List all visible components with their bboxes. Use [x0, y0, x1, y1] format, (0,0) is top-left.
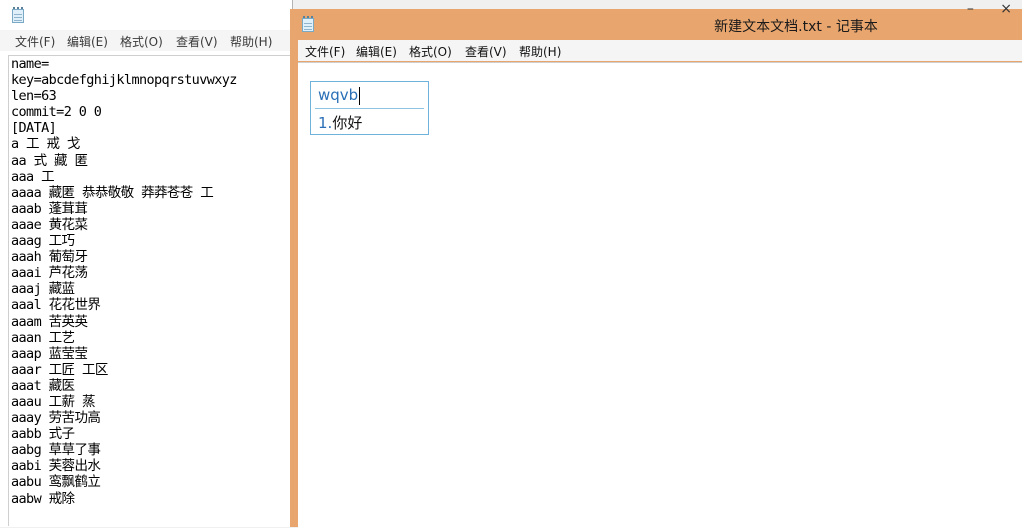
document-line: aabb 式子 [11, 426, 75, 443]
document-line: aaat 藏医 [11, 377, 75, 394]
document-line: aabg 草草了事 [11, 442, 101, 459]
window-title: 新建文本文档.txt - 记事本 [714, 19, 878, 35]
menu-format[interactable]: 格式(O) [409, 43, 452, 60]
document-line: aaam 苦英英 [11, 313, 88, 330]
document-line: [DATA] [11, 120, 57, 137]
document-line: name= [11, 56, 49, 72]
ime-separator [315, 108, 424, 109]
document-line: aa 式 藏 匿 [11, 152, 88, 169]
document-line: aaai 芦花荡 [11, 265, 88, 282]
ime-candidate-1[interactable]: 1.你好 [318, 112, 362, 133]
menu-help[interactable]: 帮助(H) [519, 43, 561, 60]
document-line: aaab 蓬茸茸 [11, 200, 88, 217]
menu-format[interactable]: 格式(O) [120, 33, 163, 50]
window-controls: – × [945, 1, 1012, 17]
background-menu-bar: 文件(F) 编辑(E) 格式(O) 查看(V) 帮助(H) [0, 30, 292, 51]
document-line: aaan 工艺 [11, 329, 75, 346]
foreground-title-bar[interactable]: 新建文本文档.txt - 记事本 – × [290, 1, 1022, 39]
document-line: aaar 工匠 工区 [11, 361, 108, 378]
foreground-menu-bar: 文件(F) 编辑(E) 格式(O) 查看(V) 帮助(H) [298, 40, 1022, 61]
ime-composition-string: wqvb [318, 86, 359, 104]
candidate-text: 你好 [332, 114, 363, 132]
foreground-text-area[interactable]: wqvb 1.你好 [298, 62, 1022, 528]
menu-edit[interactable]: 编辑(E) [356, 43, 397, 60]
document-line: key=abcdefghijklmnopqrstuvwxyz [11, 72, 237, 89]
document-line: aaay 劳苦功高 [11, 410, 101, 427]
document-line: aaau 工薪 蒸 [11, 393, 95, 410]
document-line: aaaa 藏匿 恭恭敬敬 莽莽苍苍 工 [11, 184, 214, 201]
text-caret [359, 87, 360, 105]
background-title-bar[interactable] [0, 0, 292, 30]
document-line: aaal 花花世界 [11, 297, 101, 314]
menu-file[interactable]: 文件(F) [15, 33, 55, 50]
notepad-icon [11, 7, 25, 23]
document-line: commit=2 0 0 [11, 104, 102, 121]
document-line: aaae 黄花菜 [11, 216, 88, 233]
document-line: aabi 芙蓉出水 [11, 458, 101, 475]
document-line: aabw 戒除 [11, 490, 75, 507]
background-notepad-window[interactable]: 文件(F) 编辑(E) 格式(O) 查看(V) 帮助(H) name= key=a… [0, 0, 293, 527]
menu-view[interactable]: 查看(V) [465, 43, 507, 60]
document-line: len=63 [11, 88, 57, 105]
ime-candidate-window: wqvb 1.你好 [310, 81, 429, 135]
menu-edit[interactable]: 编辑(E) [67, 33, 108, 50]
document-line: aaap 蓝莹莹 [11, 345, 88, 362]
document-line: aaaj 藏蓝 [11, 281, 75, 298]
document-line: aaah 葡萄牙 [11, 249, 88, 266]
document-line: a 工 戒 戈 [11, 136, 80, 153]
menu-view[interactable]: 查看(V) [176, 33, 218, 50]
document-lines: name= key=abcdefghijklmnopqrstuvwxyz len=6… [11, 56, 237, 507]
background-text-area[interactable]: name= key=abcdefghijklmnopqrstuvwxyz len=6… [8, 55, 291, 526]
close-button[interactable]: × [1000, 1, 1012, 17]
document-line: aaa 工 [11, 168, 55, 185]
minimize-button[interactable]: – [967, 1, 974, 17]
foreground-notepad-window[interactable]: 新建文本文档.txt - 记事本 – × 文件(F) 编辑(E) 格式(O) 查… [290, 1, 1022, 528]
document-line: aaag 工巧 [11, 233, 75, 250]
menu-help[interactable]: 帮助(H) [230, 33, 272, 50]
menu-file[interactable]: 文件(F) [305, 43, 345, 60]
candidate-index: 1. [318, 114, 333, 132]
document-line: aabu 鸾飘鹤立 [11, 474, 101, 491]
